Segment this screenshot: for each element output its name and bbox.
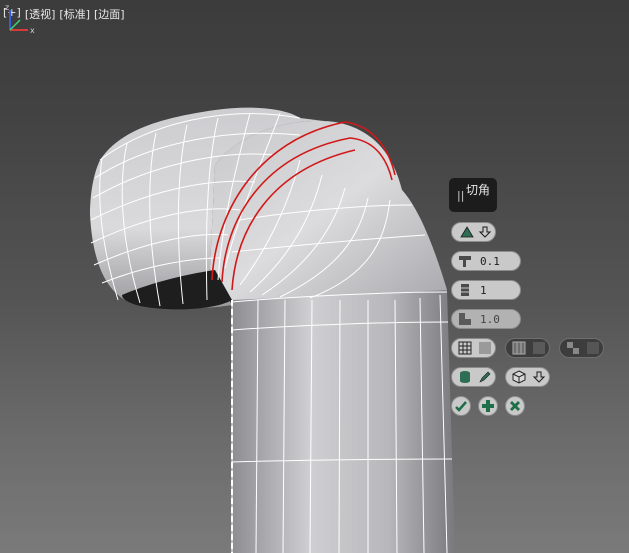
chamfer-amount-value[interactable]: 0.1 [480, 255, 500, 268]
chamfer-tension-value[interactable]: 1.0 [480, 313, 500, 326]
grid-icon [458, 341, 472, 355]
open-chamfer-toggle[interactable] [451, 367, 496, 387]
square-dim-icon [587, 342, 599, 354]
chamfer-segments-value[interactable]: 1 [480, 284, 487, 297]
arrow-down-icon [478, 226, 492, 238]
ok-button[interactable] [451, 396, 471, 416]
triangle-icon [460, 226, 474, 238]
checkmark-icon [455, 401, 467, 412]
axis-z-label: z [5, 3, 9, 12]
perspective-viewport[interactable]: [+] [透视] [标准] [边面] || 切角 0.1 1 1.0 z x [0, 0, 629, 553]
smooth-grid-icon [512, 341, 526, 355]
pen-icon [479, 371, 491, 383]
caddy-title: 切角 [466, 183, 491, 197]
arrow-down-icon [532, 371, 546, 383]
pipe-elbow-model[interactable] [0, 0, 629, 553]
square-dark-icon [533, 342, 545, 354]
smooth-toggle[interactable] [505, 338, 550, 358]
quad-chamfer-toggle[interactable] [451, 338, 496, 358]
cylinder-icon [460, 371, 470, 383]
pipe-bend-section[interactable] [210, 120, 447, 300]
square-off-icon [479, 342, 491, 354]
cancel-button[interactable] [505, 396, 525, 416]
viewport-shading-menu[interactable]: [标准] [59, 6, 90, 22]
viewport-edges-menu[interactable]: [边面] [94, 6, 125, 22]
checker-icon [567, 342, 579, 354]
chamfer-tension-spinner[interactable]: 1.0 [451, 309, 521, 329]
apply-button[interactable] [478, 396, 498, 416]
drag-grip-icon[interactable]: || [457, 189, 464, 202]
segments-icon [461, 284, 469, 296]
axis-tripod: z x [5, 3, 35, 35]
cube-icon [512, 370, 526, 384]
chamfer-mode-dropdown[interactable] [505, 367, 550, 387]
caddy-title-bar[interactable]: || 切角 [449, 178, 497, 212]
close-icon [510, 401, 520, 411]
chamfer-amount-spinner[interactable]: 0.1 [451, 251, 521, 271]
smooth-threshold-toggle[interactable] [559, 338, 604, 358]
plus-icon [482, 400, 494, 412]
chamfer-amount-icon [459, 256, 471, 267]
axis-x-label: x [30, 26, 35, 35]
tension-icon [459, 313, 471, 325]
chamfer-type-dropdown[interactable] [451, 222, 496, 242]
chamfer-segments-spinner[interactable]: 1 [451, 280, 521, 300]
